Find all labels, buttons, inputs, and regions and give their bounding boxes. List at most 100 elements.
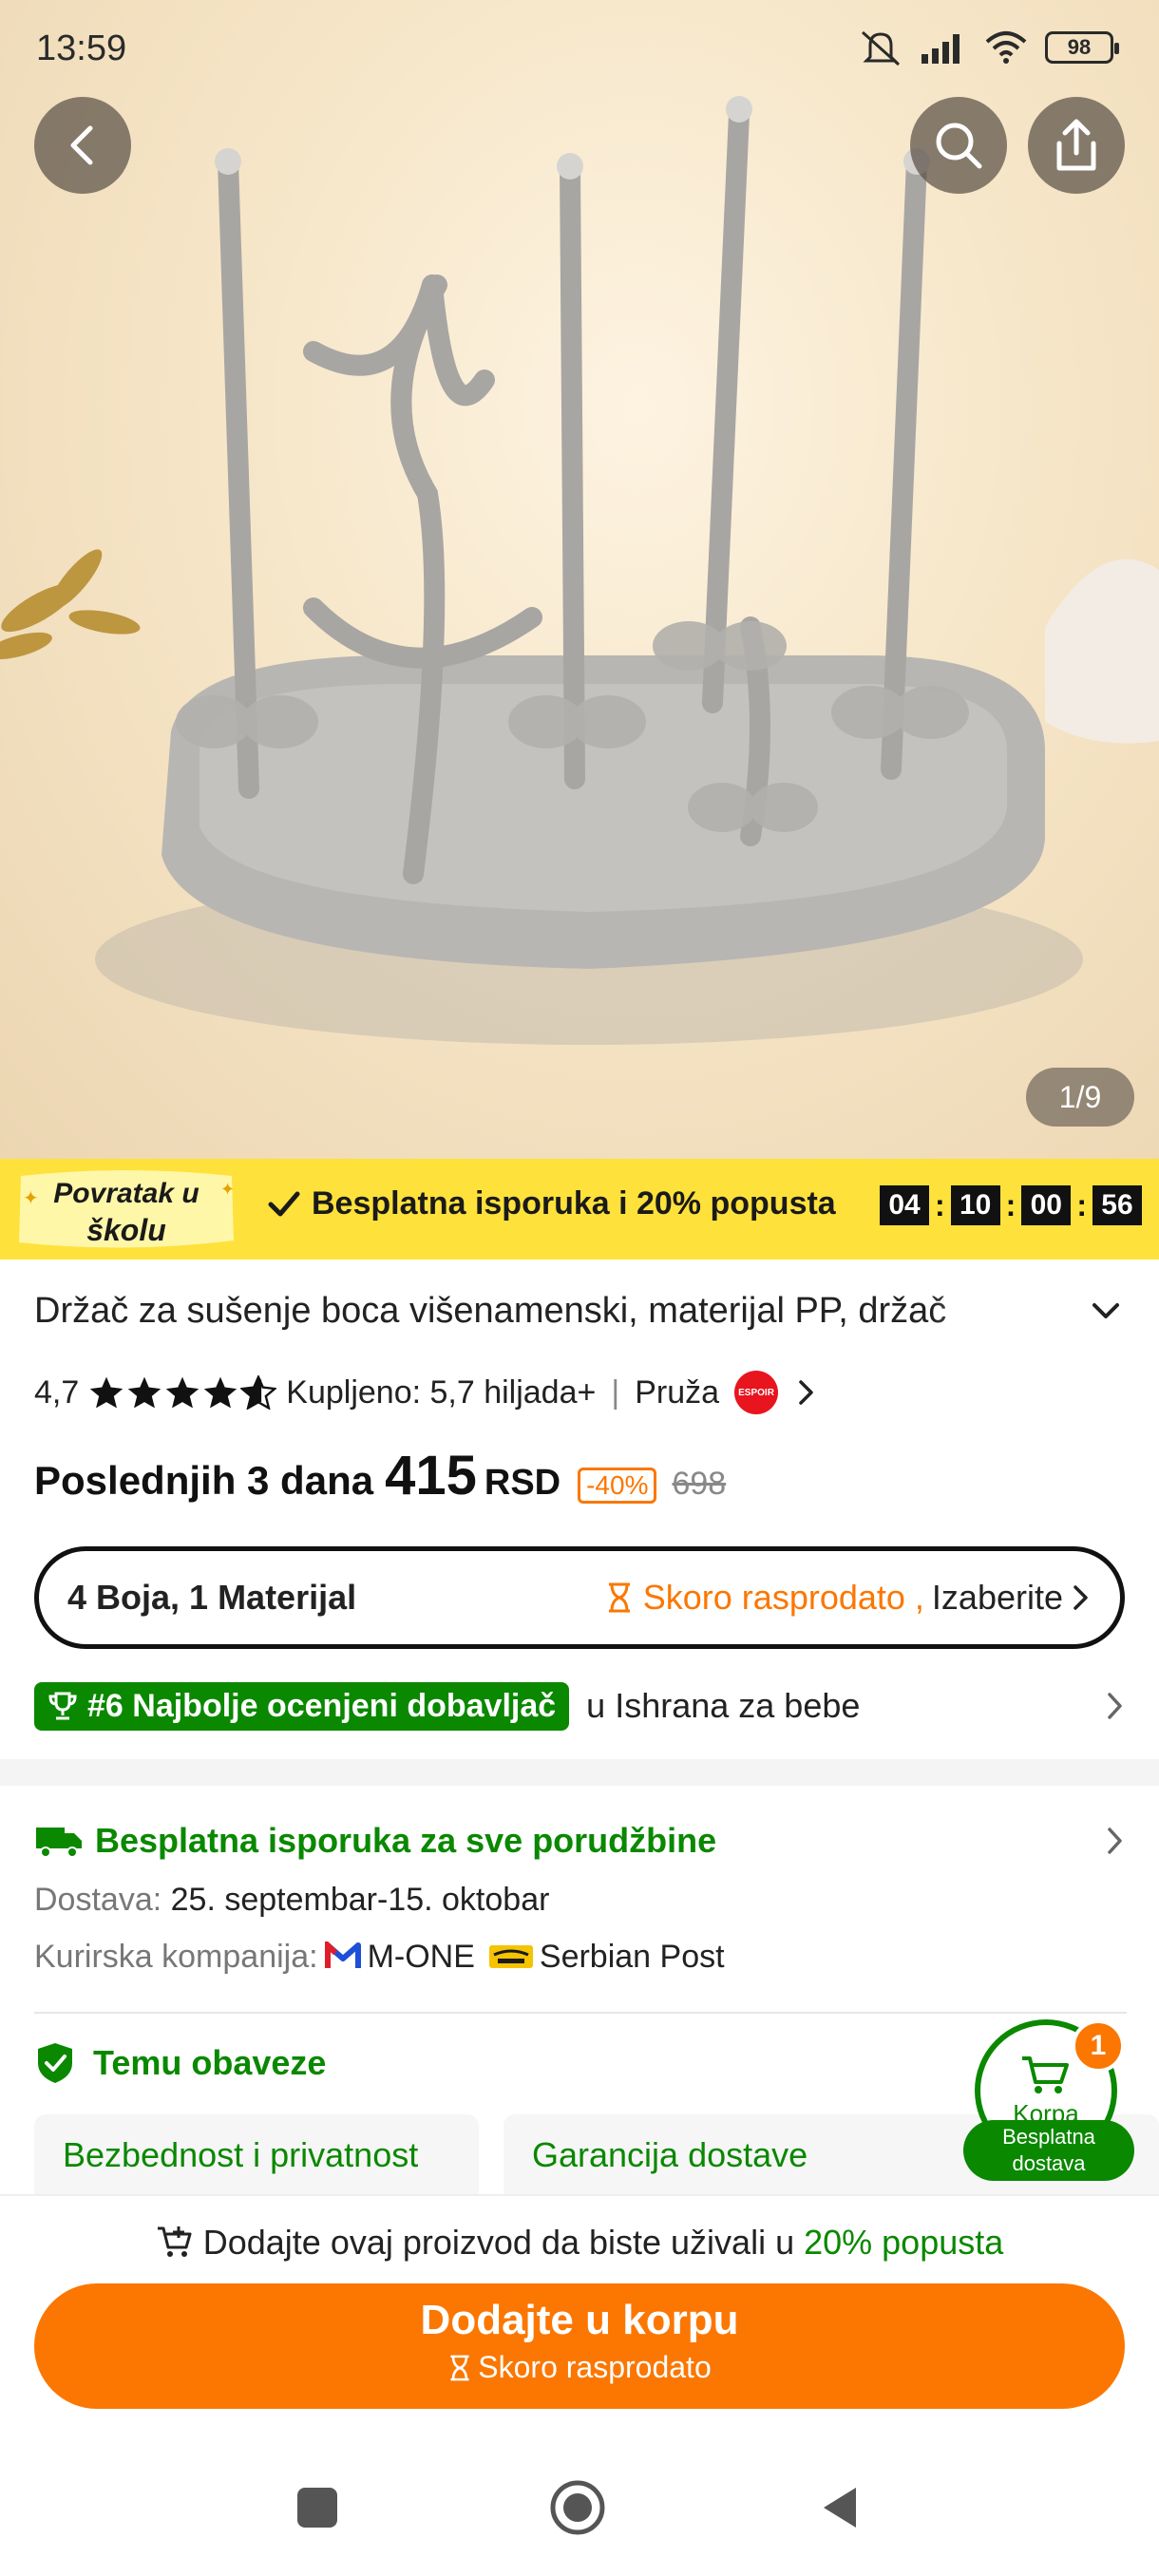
svg-text:školu: školu (86, 1213, 166, 1247)
price-row: Poslednjih 3 dana 415 RSD -40% 698 (34, 1444, 726, 1520)
chevron-right-icon (1108, 1828, 1122, 1854)
status-time: 13:59 (36, 28, 127, 68)
ranking-row[interactable]: #6 Najbolje ocenjeni dobavljač u Ishrana… (34, 1679, 1127, 1733)
status-bar: 13:59 98 (0, 0, 1159, 104)
battery-icon: 98 (1045, 31, 1119, 64)
svg-text:✦: ✦ (23, 1188, 39, 1209)
search-button[interactable] (910, 97, 1007, 194)
back-nav-button[interactable] (811, 2479, 868, 2536)
commitment-card-title: Garancija dostave (532, 2135, 808, 2174)
variant-selector[interactable]: 4 Boja, 1 Materijal Skoro rasprodato , I… (34, 1546, 1125, 1649)
recents-button[interactable] (289, 2479, 346, 2536)
divider-line (34, 2012, 1127, 2014)
free-shipping-badge: Besplatna dostava (963, 2120, 1134, 2181)
price-label: Poslednjih 3 dana (34, 1458, 374, 1503)
section-separator (0, 1759, 1159, 1786)
chevron-right-icon[interactable] (793, 1378, 818, 1407)
battery-level: 98 (1067, 35, 1092, 59)
share-button[interactable] (1028, 97, 1125, 194)
discount-hint-prefix: Dodajte ovaj proizvod da biste uživali u (202, 2223, 795, 2262)
commitments-title: Temu obaveze (93, 2043, 327, 2082)
chevron-down-icon[interactable] (1089, 1294, 1123, 1328)
checkmark-icon (268, 1191, 300, 1216)
product-image-gallery[interactable]: 13:59 98 1/9 (0, 0, 1159, 1159)
back-to-school-logo: Povratak u školu ✦ ✦ (19, 1170, 235, 1248)
old-price: 698 (672, 1466, 727, 1502)
home-button[interactable] (549, 2479, 606, 2536)
svg-text:Povratak u: Povratak u (53, 1178, 199, 1209)
delivery-label: Dostava: (34, 1881, 162, 1918)
price-value: 415 (385, 1445, 477, 1506)
home-circle-icon (550, 2480, 605, 2535)
star-icon (128, 1376, 162, 1409)
promo-text: Besplatna isporuka i 20% popusta (312, 1185, 836, 1222)
back-button[interactable] (34, 97, 131, 194)
delivery-truck-icon (36, 1828, 82, 1858)
timer-minutes: 00 (1021, 1185, 1072, 1225)
ranking-category: u Ishrana za bebe (586, 1686, 861, 1725)
share-icon (1056, 119, 1096, 171)
commitment-card-title: Bezbednost i privatnost (63, 2135, 419, 2174)
mute-icon (861, 30, 901, 66)
rating-stars (88, 1375, 277, 1410)
triangle-back-icon (824, 2488, 856, 2528)
hourglass-icon (608, 1582, 630, 1613)
add-to-cart-label: Dodajte u korpu (420, 2297, 739, 2343)
shipping-section[interactable]: Besplatna isporuka za sve porudžbine Dos… (34, 1814, 1127, 1981)
free-shipping-line2: dostava (1012, 2151, 1086, 2175)
courier-row: Kurirska kompanija: M-ONE Serbian Post (34, 1932, 1127, 1981)
ranking-text: #6 Najbolje ocenjeni dobavljač (87, 1687, 557, 1724)
add-to-cart-button[interactable]: Dodajte u korpu Skoro rasprodato (34, 2283, 1125, 2409)
cart-plus-icon (157, 2226, 192, 2257)
promo-banner[interactable]: Povratak u školu ✦ ✦ Besplatna isporuka … (0, 1159, 1159, 1260)
cart-count-badge: 1 (1072, 2019, 1125, 2073)
discount-hint-highlight: 20% popusta (804, 2223, 1004, 2262)
price-currency: RSD (484, 1463, 561, 1503)
selling-fast-label: Skoro rasprodato , (642, 1578, 924, 1617)
trophy-icon (48, 1692, 77, 1720)
divider: | (611, 1373, 620, 1411)
serbian-post-logo (488, 1945, 533, 1968)
signal-icon (922, 34, 960, 64)
rating-row[interactable]: 4,7 Kupljeno: 5,7 hiljada+ | Pruža ESPOI… (34, 1368, 818, 1417)
courier-1: M-ONE (367, 1938, 475, 1975)
provided-by-label: Pruža (635, 1373, 720, 1411)
system-navigation-bar (0, 2432, 1159, 2576)
free-shipping-line1: Besplatna (1002, 2125, 1095, 2149)
shipping-title: Besplatna isporuka za sve porudžbine (95, 1821, 717, 1860)
product-title: Držač za sušenje boca višenamenski, mate… (34, 1290, 947, 1331)
courier-2: Serbian Post (539, 1938, 725, 1975)
commitments-title-row: Temu obaveze (34, 2036, 326, 2090)
hourglass-icon (450, 2355, 469, 2380)
seller-logo[interactable]: ESPOIR (734, 1371, 779, 1414)
variant-summary: 4 Boja, 1 Materijal (67, 1578, 357, 1617)
courier-label: Kurirska kompanija: (34, 1938, 318, 1975)
choose-label: Izaberite (931, 1578, 1063, 1617)
timer-seconds: 56 (1092, 1185, 1142, 1225)
square-icon (297, 2488, 337, 2528)
delivery-value: 25. septembar-15. oktobar (170, 1881, 550, 1918)
star-icon (90, 1376, 124, 1409)
ranking-badge: #6 Najbolje ocenjeni dobavljač (34, 1681, 570, 1731)
chevron-left-icon (70, 125, 93, 165)
star-icon (166, 1376, 200, 1409)
add-to-cart-sub: Skoro rasprodato (478, 2350, 712, 2384)
svg-text:✦: ✦ (220, 1180, 235, 1199)
timer-days: 04 (880, 1185, 929, 1225)
sold-count: Kupljeno: 5,7 hiljada+ (286, 1373, 597, 1411)
countdown-timer: 04: 10: 00: 56 (880, 1185, 1142, 1225)
cart-floating-button[interactable]: Korpa 1 Besplatna dostava (963, 2019, 1134, 2181)
discount-hint: Dodajte ovaj proizvod da biste uživali u… (0, 2223, 1159, 2263)
search-icon (936, 123, 982, 169)
m-one-logo (324, 1941, 361, 1968)
image-counter: 1/9 (1026, 1068, 1134, 1127)
bottom-action-bar: Dodajte ovaj proizvod da biste uživali u… (0, 2194, 1159, 2413)
timer-hours: 10 (950, 1185, 1000, 1225)
star-half-icon (240, 1375, 277, 1410)
discount-badge: -40% (578, 1468, 657, 1504)
rating-value: 4,7 (34, 1373, 80, 1411)
back-to-school-badge: Povratak u školu ✦ ✦ (13, 1166, 239, 1252)
shield-check-icon (38, 2043, 72, 2083)
delivery-date-row: Dostava: 25. septembar-15. oktobar (34, 1875, 1127, 1924)
product-title-row[interactable]: Držač za sušenje boca višenamenski, mate… (34, 1284, 1127, 1337)
